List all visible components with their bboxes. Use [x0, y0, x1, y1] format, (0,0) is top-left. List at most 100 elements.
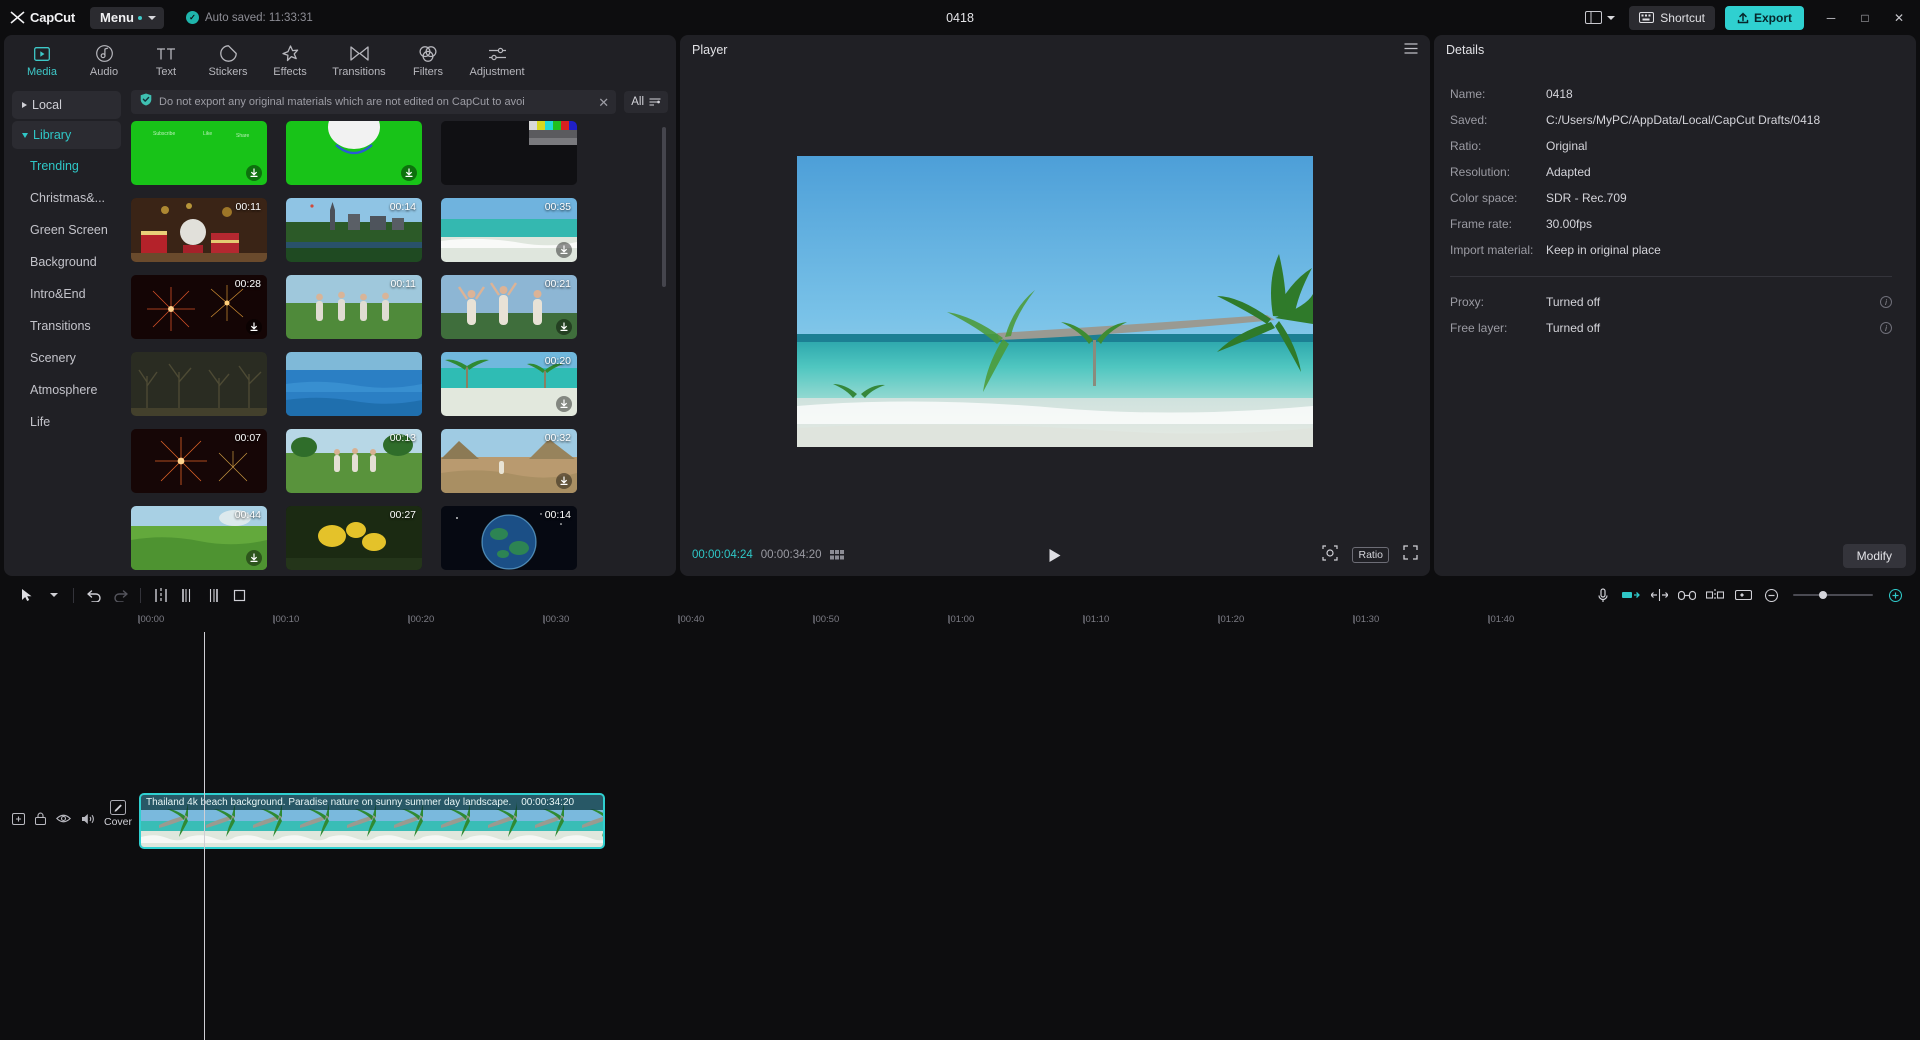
modify-button[interactable]: Modify [1842, 544, 1906, 568]
tab-stickers[interactable]: Stickers [198, 41, 258, 78]
maximize-button[interactable]: □ [1848, 0, 1882, 35]
ruler-tick: |01:30 [1353, 614, 1380, 625]
shortcut-button[interactable]: Shortcut [1629, 5, 1715, 30]
track-add-icon[interactable] [12, 812, 25, 825]
crop-icon[interactable] [226, 583, 252, 607]
sidebar-item-intro-end[interactable]: Intro&End [12, 279, 121, 309]
media-thumbnail[interactable]: 00:14 [441, 506, 577, 570]
media-thumbnail[interactable]: 00:27 [286, 506, 422, 570]
media-thumbnail[interactable]: Subscribe Like Share [131, 121, 267, 185]
crop-zoom-icon[interactable] [1322, 544, 1339, 566]
zoom-slider[interactable] [1793, 591, 1873, 599]
thumbnail-duration: 00:32 [544, 432, 571, 444]
sidebar-item-trending[interactable]: Trending [12, 151, 121, 181]
tab-effects[interactable]: Effects [260, 41, 320, 78]
select-tool-icon[interactable] [14, 583, 40, 607]
media-thumbnail[interactable] [286, 352, 422, 416]
tab-adjustment[interactable]: Adjustment [460, 41, 534, 78]
export-warning-banner: Do not export any original materials whi… [131, 90, 617, 114]
zoom-out-icon[interactable] [1758, 583, 1784, 607]
download-icon[interactable] [246, 550, 262, 566]
sidebar-item-scenery[interactable]: Scenery [12, 343, 121, 373]
sidebar-item-life[interactable]: Life [12, 407, 121, 437]
detail-row: Color space: SDR - Rec.709 [1450, 185, 1896, 211]
sidebar-item-atmosphere[interactable]: Atmosphere [12, 375, 121, 405]
download-icon[interactable] [246, 319, 262, 335]
download-icon[interactable] [556, 242, 572, 258]
tab-text[interactable]: Text [136, 41, 196, 78]
tab-audio[interactable]: Audio [74, 41, 134, 78]
download-icon[interactable] [556, 473, 572, 489]
media-thumbnail[interactable]: 00:28 [131, 275, 267, 339]
keyframe-panel-icon[interactable] [1730, 583, 1756, 607]
trim-right-icon[interactable] [200, 583, 226, 607]
tab-filters[interactable]: Filters [398, 41, 458, 78]
video-preview[interactable] [797, 156, 1313, 447]
download-icon[interactable] [556, 396, 572, 412]
sidebar-item-christmas[interactable]: Christmas&... [12, 183, 121, 213]
media-thumbnail[interactable]: 00:14 [286, 198, 422, 262]
download-icon[interactable] [246, 165, 262, 181]
media-thumbnail[interactable] [441, 121, 577, 185]
media-thumbnail[interactable]: 00:35 [441, 198, 577, 262]
frames-view-icon[interactable] [829, 550, 844, 560]
timeline-clip[interactable]: Thailand 4k beach background. Paradise n… [139, 793, 605, 849]
select-tool-dropdown-icon[interactable] [40, 583, 66, 607]
undo-icon[interactable] [81, 583, 107, 607]
split-icon[interactable] [148, 583, 174, 607]
media-thumbnail[interactable]: 00:20 [441, 352, 577, 416]
tab-media[interactable]: Media [12, 41, 72, 78]
sidebar-group-library[interactable]: Library [12, 121, 121, 149]
trim-left-icon[interactable] [174, 583, 200, 607]
layout-switch-button[interactable] [1581, 8, 1619, 27]
close-button[interactable]: ✕ [1882, 0, 1916, 35]
media-thumbnail[interactable] [131, 352, 267, 416]
media-thumbnail[interactable]: 00:07 [131, 429, 267, 493]
filter-button[interactable]: All [624, 91, 668, 113]
sidebar-item-background[interactable]: Background [12, 247, 121, 277]
download-icon[interactable] [401, 165, 417, 181]
player-menu-icon[interactable] [1404, 43, 1418, 57]
zoom-in-icon[interactable] [1882, 583, 1908, 607]
sidebar-item-green-screen[interactable]: Green Screen [12, 215, 121, 245]
track-lock-icon[interactable] [35, 812, 46, 825]
ratio-button[interactable]: Ratio [1352, 547, 1389, 563]
media-scrollbar[interactable] [662, 127, 666, 287]
media-thumbnail[interactable]: 00:21 [441, 275, 577, 339]
media-thumbnail[interactable]: 00:32 [441, 429, 577, 493]
export-button[interactable]: Export [1724, 5, 1804, 30]
capcut-window: CapCut Menu ✓ Auto saved: 11:33:31 0418 … [0, 0, 1920, 1040]
minimize-button[interactable]: ─ [1814, 0, 1848, 35]
timeline-ruler[interactable]: |00:00 |00:10 |00:20 |00:30 |00:40 |00:50 |01:… [98, 610, 1920, 632]
media-thumbnail[interactable] [286, 121, 422, 185]
menu-button[interactable]: Menu [90, 6, 164, 29]
auto-captions-icon[interactable] [1618, 583, 1644, 607]
close-icon[interactable]: ✕ [598, 96, 610, 109]
media-thumbnail[interactable]: 00:11 [286, 275, 422, 339]
sidebar-group-local[interactable]: Local [12, 91, 121, 119]
svg-text:Subscribe: Subscribe [153, 131, 175, 137]
media-thumbnail[interactable]: 00:11 [131, 198, 267, 262]
info-icon[interactable]: i [1880, 322, 1892, 334]
track-visibility-icon[interactable] [56, 813, 71, 824]
voiceover-mic-icon[interactable] [1590, 583, 1616, 607]
info-icon[interactable]: i [1880, 296, 1892, 308]
timeline-tracks-area[interactable]: Cover Thailand 4k beach background. Para… [0, 632, 1920, 1040]
redo-icon[interactable] [107, 583, 133, 607]
tab-transitions[interactable]: Transitions [322, 41, 396, 78]
media-thumbnail[interactable]: 00:13 [286, 429, 422, 493]
sidebar-item-transitions[interactable]: Transitions [12, 311, 121, 341]
cover-button[interactable]: Cover [104, 800, 132, 830]
fullscreen-icon[interactable] [1403, 545, 1418, 565]
split-track-icon[interactable] [1702, 583, 1728, 607]
mirror-icon[interactable] [1646, 583, 1672, 607]
link-icon[interactable] [1674, 583, 1700, 607]
media-grid-scroll[interactable]: Subscribe Like Share 00:11 00:14 00:35 00:28 00… [131, 121, 668, 576]
player-header: Player [680, 35, 1430, 65]
track-mute-icon[interactable] [81, 813, 95, 825]
zoom-slider-knob[interactable] [1819, 591, 1827, 599]
playhead[interactable] [204, 632, 205, 1040]
download-icon[interactable] [556, 319, 572, 335]
play-button[interactable] [1048, 548, 1062, 563]
media-thumbnail[interactable]: 00:44 [131, 506, 267, 570]
